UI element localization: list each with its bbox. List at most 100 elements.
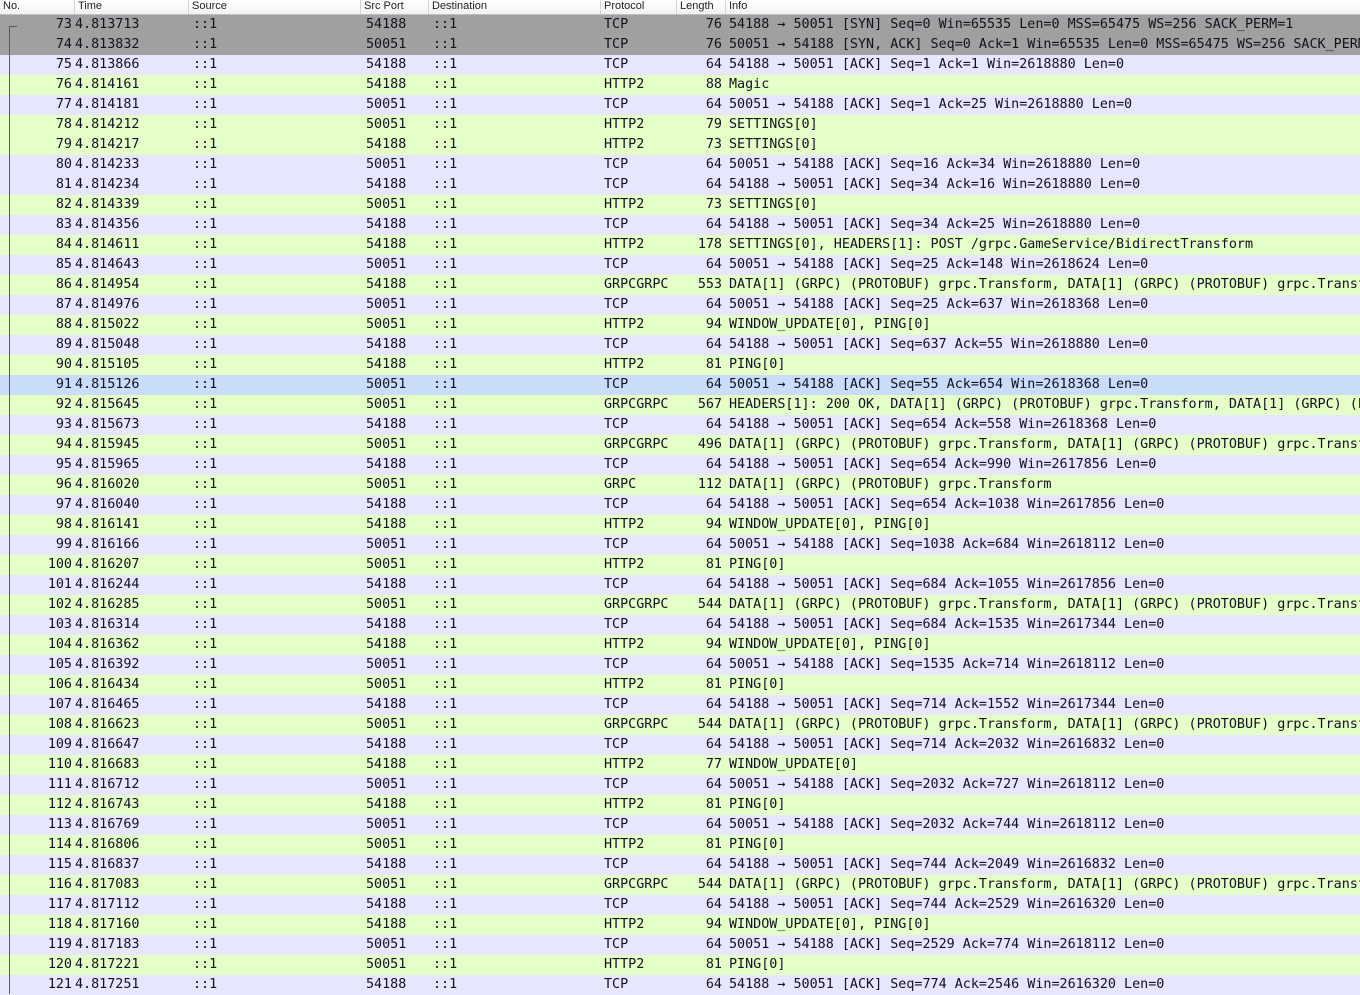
packet-row[interactable]: 119 4.817183::1 50051::1 TCP 64 50051 → 54188… <box>0 935 1360 955</box>
column-header-time[interactable]: Time <box>75 0 189 14</box>
packet-row[interactable]: 94 4.815945::1 50051::1 GRPCGRPC 496 DATA[1] … <box>0 435 1360 455</box>
packet-info: 50051 → 54188 [ACK] Seq=2032 Ack=727 Win… <box>729 777 1165 792</box>
column-header-protocol[interactable]: Protocol <box>601 0 677 14</box>
packet-src-port: 54188 <box>366 497 407 512</box>
packet-protocol: HTTP2 <box>604 77 645 92</box>
packet-row[interactable]: 78 4.814212::1 50051::1 HTTP2 79 SETTINGS[0] <box>0 115 1360 135</box>
packet-row[interactable]: 90 4.815105::1 54188::1 HTTP2 81 PING[0] <box>0 355 1360 375</box>
packet-source: ::1 <box>193 477 218 492</box>
packet-row[interactable]: 121 4.817251::1 54188::1 TCP 64 54188 → 50051… <box>0 975 1360 995</box>
packet-length: 94 <box>705 517 722 532</box>
packet-src-port: 54188 <box>366 797 407 812</box>
packet-number: 100 <box>47 557 72 572</box>
packet-row[interactable]: 92 4.815645::1 50051::1 GRPCGRPC 567 HEADERS[… <box>0 395 1360 415</box>
packet-time: 4.815645 <box>75 397 140 412</box>
packet-row[interactable]: 115 4.816837::1 54188::1 TCP 64 54188 → 50051… <box>0 855 1360 875</box>
packet-row[interactable]: 86 4.814954::1 54188::1 GRPCGRPC 553 DATA[1] … <box>0 275 1360 295</box>
packet-row[interactable]: 96 4.816020::1 50051::1 GRPC 112 DATA[1] (GRP… <box>0 475 1360 495</box>
packet-row[interactable]: 89 4.815048::1 54188::1 TCP 64 54188 → 50051 … <box>0 335 1360 355</box>
packet-row[interactable]: 73 4.813713::1 54188::1 TCP 76 54188 → 50051 … <box>0 15 1360 35</box>
packet-row[interactable]: 114 4.816806::1 50051::1 HTTP2 81 PING[0] <box>0 835 1360 855</box>
packet-row[interactable]: 113 4.816769::1 50051::1 TCP 64 50051 → 54188… <box>0 815 1360 835</box>
column-header-length[interactable]: Length <box>677 0 726 14</box>
packet-info: 54188 → 50051 [ACK] Seq=34 Ack=25 Win=26… <box>729 217 1141 232</box>
packet-src-port: 54188 <box>366 417 407 432</box>
packet-destination: ::1 <box>433 797 458 812</box>
packet-row[interactable]: 81 4.814234::1 54188::1 TCP 64 54188 → 50051 … <box>0 175 1360 195</box>
packet-length: 81 <box>705 677 722 692</box>
packet-destination: ::1 <box>433 317 458 332</box>
packet-protocol: TCP <box>604 377 629 392</box>
packet-row[interactable]: 112 4.816743::1 54188::1 HTTP2 81 PING[0] <box>0 795 1360 815</box>
packet-info: 54188 → 50051 [SYN] Seq=0 Win=65535 Len=… <box>729 17 1294 32</box>
packet-destination: ::1 <box>433 417 458 432</box>
packet-row[interactable]: 77 4.814181::1 50051::1 TCP 64 50051 → 54188 … <box>0 95 1360 115</box>
packet-number: 90 <box>55 357 72 372</box>
packet-protocol: GRPCGRPC <box>604 877 669 892</box>
column-header-no[interactable]: No. <box>0 0 75 14</box>
packet-row[interactable]: 75 4.813866::1 54188::1 TCP 64 54188 → 50051 … <box>0 55 1360 75</box>
packet-src-port: 50051 <box>366 297 407 312</box>
packet-length: 64 <box>705 97 722 112</box>
packet-row[interactable]: 110 4.816683::1 54188::1 HTTP2 77 WINDOW_UPDA… <box>0 755 1360 775</box>
column-header-info[interactable]: Info <box>726 0 1360 14</box>
packet-src-port: 54188 <box>366 757 407 772</box>
column-header-source[interactable]: Source <box>189 0 361 14</box>
packet-row[interactable]: 80 4.814233::1 50051::1 TCP 64 50051 → 54188 … <box>0 155 1360 175</box>
packet-row[interactable]: 120 4.817221::1 50051::1 HTTP2 81 PING[0] <box>0 955 1360 975</box>
packet-row[interactable]: 102 4.816285::1 50051::1 GRPCGRPC 544 DATA[1]… <box>0 595 1360 615</box>
packet-source: ::1 <box>193 857 218 872</box>
packet-row[interactable]: 88 4.815022::1 50051::1 HTTP2 94 WINDOW_UPDAT… <box>0 315 1360 335</box>
packet-src-port: 54188 <box>366 77 407 92</box>
packet-source: ::1 <box>193 37 218 52</box>
packet-row[interactable]: 100 4.816207::1 50051::1 HTTP2 81 PING[0] <box>0 555 1360 575</box>
packet-time: 4.814356 <box>75 217 140 232</box>
packet-row[interactable]: 82 4.814339::1 50051::1 HTTP2 73 SETTINGS[0] <box>0 195 1360 215</box>
packet-row[interactable]: 106 4.816434::1 50051::1 HTTP2 81 PING[0] <box>0 675 1360 695</box>
packet-row[interactable]: 95 4.815965::1 54188::1 TCP 64 54188 → 50051 … <box>0 455 1360 475</box>
packet-row[interactable]: 104 4.816362::1 54188::1 HTTP2 94 WINDOW_UPDA… <box>0 635 1360 655</box>
packet-time: 4.817221 <box>75 957 140 972</box>
packet-row[interactable]: 91 4.815126::1 50051::1 TCP 64 50051 → 54188 … <box>0 375 1360 395</box>
packet-destination: ::1 <box>433 697 458 712</box>
packet-row[interactable]: 84 4.814611::1 54188::1 HTTP2 178 SETTINGS[0]… <box>0 235 1360 255</box>
packet-row[interactable]: 103 4.816314::1 54188::1 TCP 64 54188 → 50051… <box>0 615 1360 635</box>
packet-row[interactable]: 76 4.814161::1 54188::1 HTTP2 88 Magic <box>0 75 1360 95</box>
packet-time: 4.816392 <box>75 657 140 672</box>
packet-length: 64 <box>705 417 722 432</box>
packet-row[interactable]: 93 4.815673::1 54188::1 TCP 64 54188 → 50051 … <box>0 415 1360 435</box>
packet-row[interactable]: 111 4.816712::1 50051::1 TCP 64 50051 → 54188… <box>0 775 1360 795</box>
packet-row[interactable]: 74 4.813832::1 50051::1 TCP 76 50051 → 54188 … <box>0 35 1360 55</box>
packet-row[interactable]: 99 4.816166::1 50051::1 TCP 64 50051 → 54188 … <box>0 535 1360 555</box>
packet-row[interactable]: 118 4.817160::1 54188::1 HTTP2 94 WINDOW_UPDA… <box>0 915 1360 935</box>
packet-length: 64 <box>705 577 722 592</box>
packet-row[interactable]: 98 4.816141::1 54188::1 HTTP2 94 WINDOW_UPDAT… <box>0 515 1360 535</box>
packet-row[interactable]: 83 4.814356::1 54188::1 TCP 64 54188 → 50051 … <box>0 215 1360 235</box>
packet-number: 112 <box>47 797 72 812</box>
packet-row[interactable]: 87 4.814976::1 50051::1 TCP 64 50051 → 54188 … <box>0 295 1360 315</box>
packet-source: ::1 <box>193 177 218 192</box>
column-header-destination[interactable]: Destination <box>429 0 601 14</box>
packet-row[interactable]: 116 4.817083::1 50051::1 GRPCGRPC 544 DATA[1]… <box>0 875 1360 895</box>
packet-row[interactable]: 97 4.816040::1 54188::1 TCP 64 54188 → 50051 … <box>0 495 1360 515</box>
packet-row[interactable]: 101 4.816244::1 54188::1 TCP 64 54188 → 50051… <box>0 575 1360 595</box>
packet-length: 64 <box>705 217 722 232</box>
packet-source: ::1 <box>193 317 218 332</box>
packet-row[interactable]: 105 4.816392::1 50051::1 TCP 64 50051 → 54188… <box>0 655 1360 675</box>
packet-source: ::1 <box>193 917 218 932</box>
packet-row[interactable]: 85 4.814643::1 50051::1 TCP 64 50051 → 54188 … <box>0 255 1360 275</box>
packet-row[interactable]: 79 4.814217::1 54188::1 HTTP2 73 SETTINGS[0] <box>0 135 1360 155</box>
packet-row[interactable]: 109 4.816647::1 54188::1 TCP 64 54188 → 50051… <box>0 735 1360 755</box>
packet-source: ::1 <box>193 777 218 792</box>
packet-source: ::1 <box>193 637 218 652</box>
packet-destination: ::1 <box>433 117 458 132</box>
packet-row[interactable]: 117 4.817112::1 54188::1 TCP 64 54188 → 50051… <box>0 895 1360 915</box>
column-header-src-port[interactable]: Src Port <box>361 0 429 14</box>
packet-src-port: 50051 <box>366 677 407 692</box>
packet-protocol: HTTP2 <box>604 797 645 812</box>
packet-length: 64 <box>705 297 722 312</box>
packet-length: 81 <box>705 357 722 372</box>
packet-row[interactable]: 108 4.816623::1 50051::1 GRPCGRPC 544 DATA[1]… <box>0 715 1360 735</box>
packet-row[interactable]: 107 4.816465::1 54188::1 TCP 64 54188 → 50051… <box>0 695 1360 715</box>
packet-src-port: 50051 <box>366 957 407 972</box>
